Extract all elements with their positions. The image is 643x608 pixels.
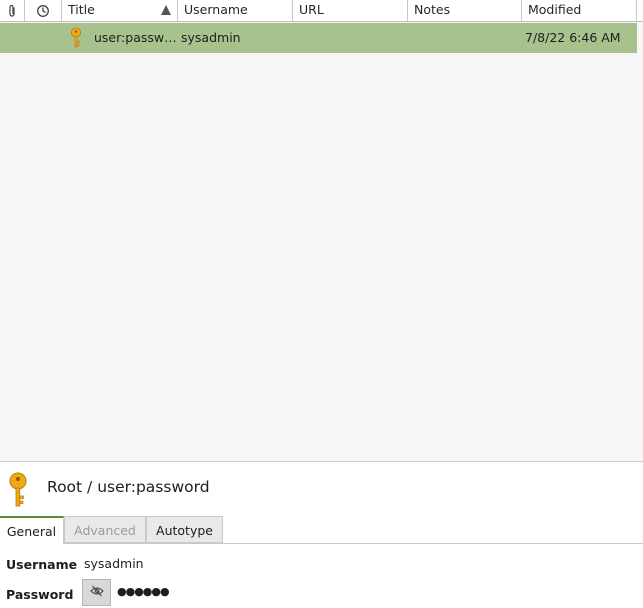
entry-key-icon (7, 472, 29, 511)
title-column-label: Title (68, 2, 95, 17)
toggle-password-button[interactable] (82, 579, 111, 606)
password-label: Password (6, 587, 74, 602)
entry-notes (414, 23, 519, 53)
table-row[interactable]: user:passw… sysadmin 7/8/22 6:46 AM (0, 23, 637, 53)
modified-column-label: Modified (528, 2, 582, 17)
preview-tab-bar: General Advanced Autotype (0, 515, 643, 544)
tab-autotype[interactable]: Autotype (146, 516, 223, 543)
url-column-label: URL (299, 2, 324, 17)
username-column-header[interactable]: Username (178, 0, 293, 21)
entry-title: user:passw… (94, 30, 176, 45)
url-column-header[interactable]: URL (293, 0, 408, 21)
entry-list-empty-area[interactable] (0, 53, 643, 461)
modified-column-header[interactable]: Modified (522, 0, 637, 21)
attachment-column-header[interactable] (0, 0, 25, 21)
entry-username: sysadmin (181, 30, 241, 45)
clock-icon (36, 2, 50, 17)
username-label: Username (6, 557, 78, 572)
sort-ascending-icon (161, 5, 171, 15)
username-column-label: Username (184, 2, 248, 17)
expiry-column-header[interactable] (25, 0, 62, 21)
key-icon (70, 23, 86, 53)
title-column-header[interactable]: Title (62, 0, 178, 21)
eye-slash-icon (89, 585, 104, 600)
entry-modified: 7/8/22 6:46 AM (525, 30, 621, 45)
username-value: sysadmin (84, 556, 144, 571)
paperclip-icon (7, 2, 17, 17)
entry-path-title: Root / user:password (47, 478, 210, 496)
entry-url (299, 23, 404, 53)
password-masked-value: ●●●●●● (117, 585, 170, 598)
entry-preview-panel: Root / user:password General Advanced Au… (0, 461, 643, 608)
entry-list-header: Title Username URL Notes Modified (0, 0, 643, 22)
notes-column-label: Notes (414, 2, 451, 17)
notes-column-header[interactable]: Notes (408, 0, 522, 21)
tab-general[interactable]: General (0, 516, 64, 544)
tab-advanced[interactable]: Advanced (64, 516, 146, 543)
